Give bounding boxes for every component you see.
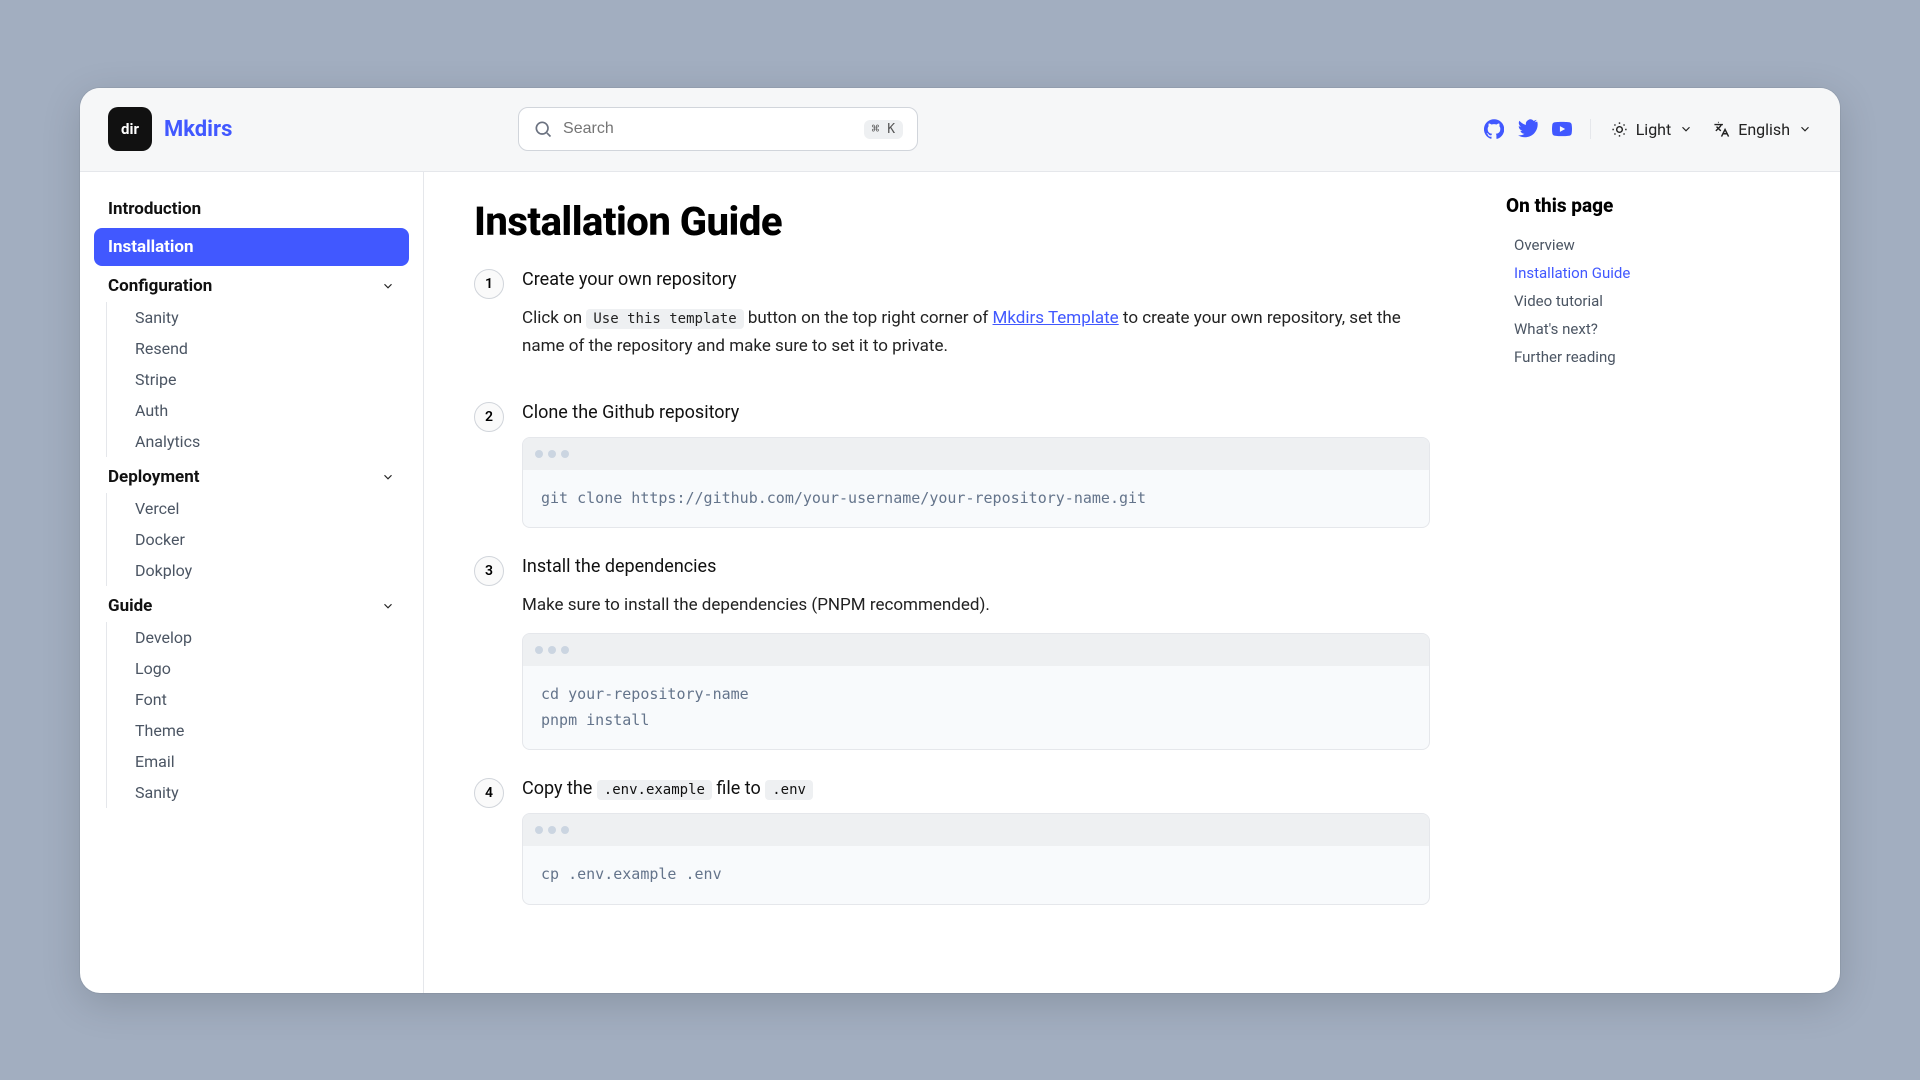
code-bar — [523, 438, 1429, 470]
step-text: Make sure to install the dependencies (P… — [522, 591, 1430, 619]
code-bar — [523, 814, 1429, 846]
code-content[interactable]: cd your-repository-name pnpm install — [523, 666, 1429, 749]
step-1: 1 Create your own repository Click on Us… — [474, 269, 1430, 374]
sun-icon — [1611, 121, 1628, 138]
sidebar-subitem-sanity[interactable]: Sanity — [125, 302, 409, 333]
code-block: cp .env.example .env — [522, 813, 1430, 905]
sidebar-section-deployment[interactable]: Deployment — [94, 457, 409, 493]
inline-code: .env — [765, 780, 813, 800]
toc-item[interactable]: Installation Guide — [1506, 259, 1814, 287]
toc-item[interactable]: Video tutorial — [1506, 287, 1814, 315]
sidebar-subitem-auth[interactable]: Auth — [125, 395, 409, 426]
search-input[interactable] — [563, 120, 854, 138]
step-3: 3 Install the dependencies Make sure to … — [474, 556, 1430, 750]
body: IntroductionInstallationConfigurationSan… — [80, 172, 1840, 993]
sidebar-subitem-stripe[interactable]: Stripe — [125, 364, 409, 395]
code-block: cd your-repository-name pnpm install — [522, 633, 1430, 750]
main-content: Installation Guide 1 Create your own rep… — [424, 172, 1480, 993]
search-icon — [533, 119, 553, 139]
sidebar-subitem-vercel[interactable]: Vercel — [125, 493, 409, 524]
sidebar-subitem-develop[interactable]: Develop — [125, 622, 409, 653]
translate-icon — [1713, 121, 1730, 138]
chevron-down-icon — [381, 470, 395, 484]
sidebar-subitem-logo[interactable]: Logo — [125, 653, 409, 684]
sidebar-subitem-resend[interactable]: Resend — [125, 333, 409, 364]
search-box[interactable]: ⌘ K — [518, 107, 918, 151]
sidebar-item-introduction[interactable]: Introduction — [94, 190, 409, 228]
chevron-down-icon — [381, 599, 395, 613]
language-label: English — [1738, 120, 1790, 139]
toc-item[interactable]: Overview — [1506, 231, 1814, 259]
inline-code: .env.example — [597, 780, 712, 800]
table-of-contents: On this page OverviewInstallation GuideV… — [1480, 172, 1840, 993]
sidebar-section-configuration[interactable]: Configuration — [94, 266, 409, 302]
code-block: git clone https://github.com/your-userna… — [522, 437, 1430, 529]
toc-item[interactable]: What's next? — [1506, 315, 1814, 343]
step-number: 2 — [474, 402, 504, 432]
step-title: Create your own repository — [522, 269, 1430, 290]
sidebar-subitem-theme[interactable]: Theme — [125, 715, 409, 746]
step-number: 4 — [474, 778, 504, 808]
code-bar — [523, 634, 1429, 666]
sidebar-subitem-email[interactable]: Email — [125, 746, 409, 777]
header: dir Mkdirs ⌘ K Light English — [80, 88, 1840, 172]
toc-item[interactable]: Further reading — [1506, 343, 1814, 371]
sidebar-item-installation[interactable]: Installation — [94, 228, 409, 266]
step-title: Copy the .env.example file to .env — [522, 778, 1430, 799]
step-2: 2 Clone the Github repository git clone … — [474, 402, 1430, 529]
logo-area[interactable]: dir Mkdirs — [108, 107, 232, 151]
chevron-down-icon — [1679, 122, 1693, 136]
step-number: 1 — [474, 269, 504, 299]
search-shortcut: ⌘ K — [864, 120, 903, 139]
sidebar: IntroductionInstallationConfigurationSan… — [80, 172, 424, 993]
sidebar-subitem-docker[interactable]: Docker — [125, 524, 409, 555]
page-title: Installation Guide — [474, 198, 1430, 245]
chevron-down-icon — [1798, 122, 1812, 136]
step-number: 3 — [474, 556, 504, 586]
sidebar-subitem-font[interactable]: Font — [125, 684, 409, 715]
step-title: Clone the Github repository — [522, 402, 1430, 423]
chevron-down-icon — [381, 279, 395, 293]
logo-icon: dir — [108, 107, 152, 151]
twitter-icon[interactable] — [1518, 119, 1538, 139]
code-content[interactable]: git clone https://github.com/your-userna… — [523, 470, 1429, 528]
step-title: Install the dependencies — [522, 556, 1430, 577]
sidebar-subitem-sanity[interactable]: Sanity — [125, 777, 409, 808]
toc-heading: On this page — [1506, 194, 1814, 217]
inline-code: Use this template — [586, 309, 743, 329]
template-link[interactable]: Mkdirs Template — [993, 308, 1119, 328]
step-text: Click on Use this template button on the… — [522, 304, 1430, 360]
theme-selector[interactable]: Light — [1611, 120, 1694, 139]
step-4: 4 Copy the .env.example file to .env cp … — [474, 778, 1430, 905]
theme-label: Light — [1636, 120, 1672, 139]
sidebar-subitem-analytics[interactable]: Analytics — [125, 426, 409, 457]
language-selector[interactable]: English — [1713, 120, 1812, 139]
sidebar-section-guide[interactable]: Guide — [94, 586, 409, 622]
sidebar-subitem-dokploy[interactable]: Dokploy — [125, 555, 409, 586]
github-icon[interactable] — [1484, 119, 1504, 139]
app-window: dir Mkdirs ⌘ K Light English — [80, 88, 1840, 993]
social-icons — [1484, 119, 1591, 139]
code-content[interactable]: cp .env.example .env — [523, 846, 1429, 904]
brand-name: Mkdirs — [164, 117, 232, 142]
youtube-icon[interactable] — [1552, 119, 1572, 139]
header-right: Light English — [1484, 119, 1812, 139]
